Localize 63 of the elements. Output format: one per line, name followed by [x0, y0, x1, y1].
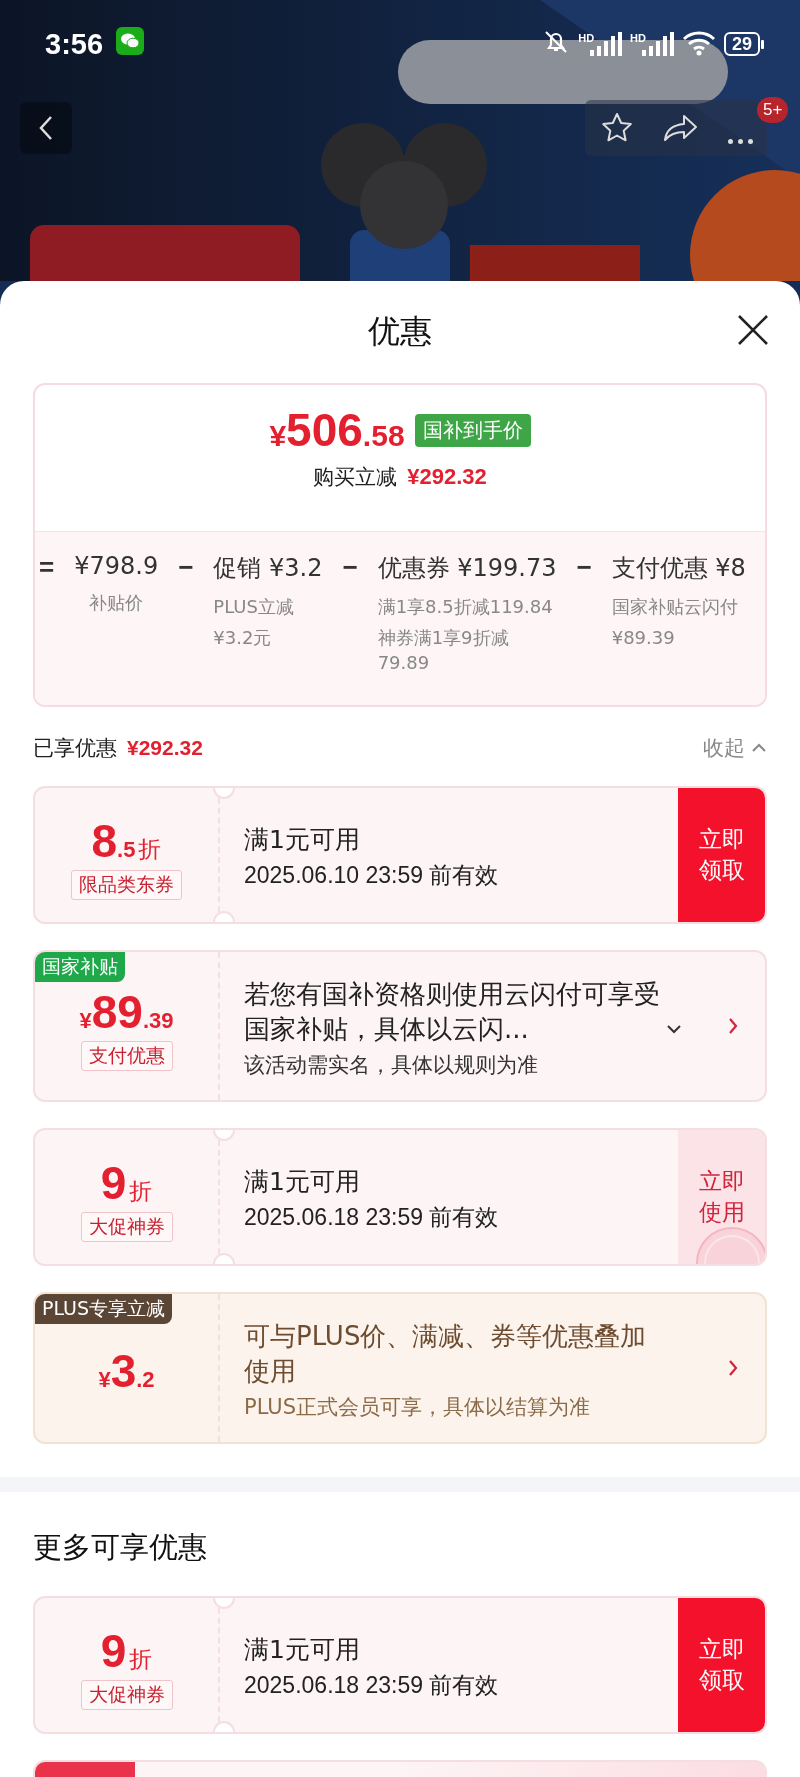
share-icon: [662, 112, 699, 144]
expiry-date: 2025.06.10 23:59 前有效: [244, 861, 500, 890]
breakdown-value: ¥798.9: [74, 552, 159, 580]
amount-value: ¥3.2: [98, 1345, 155, 1397]
coupon-corner-tag: PLUS专享立减: [35, 1294, 173, 1324]
expiry-date: 2025.06.18 23:59 前有效: [244, 1671, 500, 1700]
expand-icon[interactable]: [666, 1023, 682, 1036]
applied-amount: ¥292.32: [127, 736, 203, 760]
coupon-description: 若您有国补资格则使用云闪付可享受国家补贴，具体以云闪...: [244, 977, 661, 1046]
chevron-right-icon: [727, 1016, 739, 1036]
coupon-description: 可与PLUS价、满减、券等优惠叠加使用: [244, 1319, 648, 1388]
coupon-type-label: 大促神券: [80, 1212, 173, 1243]
amount-value: ¥89.39: [79, 986, 174, 1038]
share-button[interactable]: [662, 112, 699, 144]
back-button[interactable]: [20, 102, 72, 154]
operator-sign: −: [342, 552, 358, 583]
coupon-condition: 满1元可用: [244, 1634, 361, 1666]
coupon-note: 该活动需实名，具体以规则为准: [244, 1052, 539, 1080]
close-icon: [736, 313, 770, 347]
collapse-toggle[interactable]: 收起: [703, 734, 767, 762]
close-button[interactable]: [736, 313, 770, 347]
sheet-title: 优惠: [368, 311, 432, 352]
breakdown-value: 支付优惠 ¥8: [611, 553, 746, 584]
discount-value: 9折: [100, 1157, 153, 1209]
discount-value: 9折: [100, 1625, 153, 1677]
operator-sign: −: [178, 552, 194, 583]
coupon-note: PLUS正式会员可享，具体以结算为准: [244, 1394, 592, 1422]
coupon-condition: 满1元可用: [244, 824, 361, 856]
breakdown-note: PLUS立减: [213, 595, 295, 619]
coupon-type-label: 限品类东券: [71, 870, 182, 901]
breakdown-note: 满1享8.5折减119.84: [377, 595, 554, 619]
chevron-up-icon: [751, 742, 767, 754]
chevron-right-icon: [727, 1358, 739, 1378]
operator-sign: −: [576, 552, 592, 583]
discount-value: 8.5折: [91, 815, 162, 867]
applied-label: 已享优惠: [33, 735, 117, 762]
coupon-condition: 满1元可用: [244, 1166, 361, 1198]
claim-button[interactable]: 立即领取: [678, 1598, 765, 1732]
coupon-type-label: 支付优惠: [80, 1041, 173, 1072]
price-tag: 国补到手价: [414, 413, 531, 447]
reduction-label: 购买立减: [313, 464, 398, 491]
reduction-amount: ¥292.32: [407, 464, 487, 490]
coupon-type-label: 大促神券: [80, 1680, 173, 1711]
breakdown-note: 国家补贴云闪付: [611, 595, 739, 619]
breakdown-value: 优惠券 ¥199.73: [377, 553, 557, 584]
breakdown-note: 神券满1享9折减79.89: [377, 626, 510, 676]
more-icon: [727, 138, 753, 144]
breakdown-note: ¥89.39: [611, 626, 676, 651]
use-button[interactable]: 立即使用: [678, 1130, 765, 1264]
section-title: 更多可享优惠: [33, 1529, 208, 1566]
expiry-date: 2025.06.18 23:59 前有效: [244, 1203, 500, 1232]
breakdown-note: 补贴价: [88, 591, 145, 615]
breakdown-value: 促销 ¥3.2: [213, 553, 323, 584]
coupon-corner-tag: 国家补贴: [35, 952, 125, 982]
wifi-icon: [681, 30, 716, 56]
operator-sign: =: [39, 552, 55, 583]
network-label: HD: [578, 32, 595, 44]
status-time: 3:56: [45, 28, 104, 61]
final-price: ¥506.58: [269, 403, 405, 457]
network-label: HD: [630, 32, 646, 44]
claim-button[interactable]: 立即领取: [678, 788, 765, 922]
chat-app-icon: [116, 27, 144, 55]
breakdown-note: ¥3.2元: [213, 626, 273, 651]
